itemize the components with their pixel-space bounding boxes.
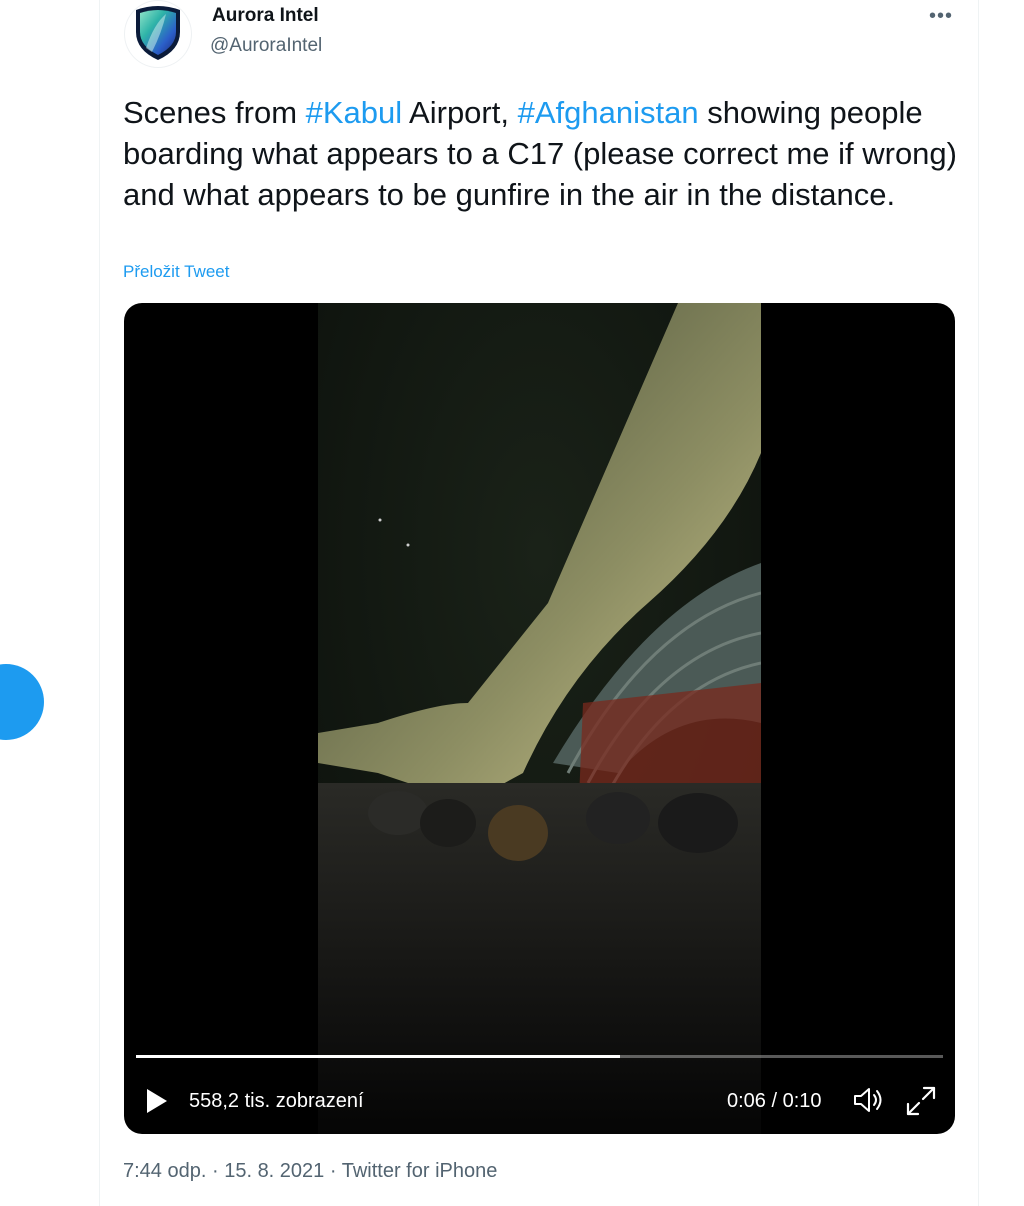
more-horizontal-icon[interactable]: •••: [926, 4, 956, 28]
volume-icon[interactable]: [852, 1085, 886, 1115]
hashtag-link[interactable]: #Kabul: [306, 95, 403, 130]
tweet-source[interactable]: Twitter for iPhone: [342, 1160, 498, 1182]
tweet: Aurora Intel @AuroraIntel ••• Scenes fro…: [100, 0, 978, 1206]
author-name[interactable]: Aurora Intel: [212, 5, 319, 27]
play-icon-glyph: [147, 1089, 167, 1113]
column-divider-right: [978, 0, 979, 1206]
hashtag-link[interactable]: #Afghanistan: [518, 95, 699, 130]
compose-tweet-button[interactable]: [0, 664, 44, 740]
play-icon[interactable]: [144, 1086, 170, 1116]
fullscreen-icon[interactable]: [904, 1084, 938, 1118]
video-progress-bar[interactable]: [136, 1055, 943, 1058]
video-time: 0:06 / 0:10: [727, 1090, 822, 1112]
video-progress-fill: [136, 1055, 621, 1058]
view-count: 558,2 tis. zobrazení: [189, 1090, 364, 1112]
video-frame: [318, 303, 761, 1134]
translate-tweet-link[interactable]: Přeložit Tweet: [123, 262, 229, 282]
meta-separator: ·: [324, 1160, 342, 1182]
page: Aurora Intel @AuroraIntel ••• Scenes fro…: [0, 0, 1024, 1206]
tweet-time[interactable]: 7:44 odp.: [123, 1160, 206, 1182]
video-player[interactable]: 558,2 tis. zobrazení 0:06 / 0:10: [124, 303, 955, 1134]
volume-icon-glyph: [854, 1088, 882, 1112]
meta-separator: ·: [206, 1160, 225, 1182]
fullscreen-icon-glyph: [906, 1086, 936, 1116]
tweet-metadata: 7:44 odp. · 15. 8. 2021 · Twitter for iP…: [123, 1160, 497, 1183]
tweet-text: Scenes from #Kabul Airport, #Afghanistan…: [123, 92, 963, 215]
avatar[interactable]: [124, 0, 192, 68]
author-handle[interactable]: @AuroraIntel: [210, 35, 322, 57]
tweet-text-segment: Airport,: [402, 95, 518, 130]
shield-logo-icon: [136, 6, 180, 60]
tweet-date[interactable]: 15. 8. 2021: [224, 1160, 324, 1182]
tweet-text-segment: Scenes from: [123, 95, 306, 130]
